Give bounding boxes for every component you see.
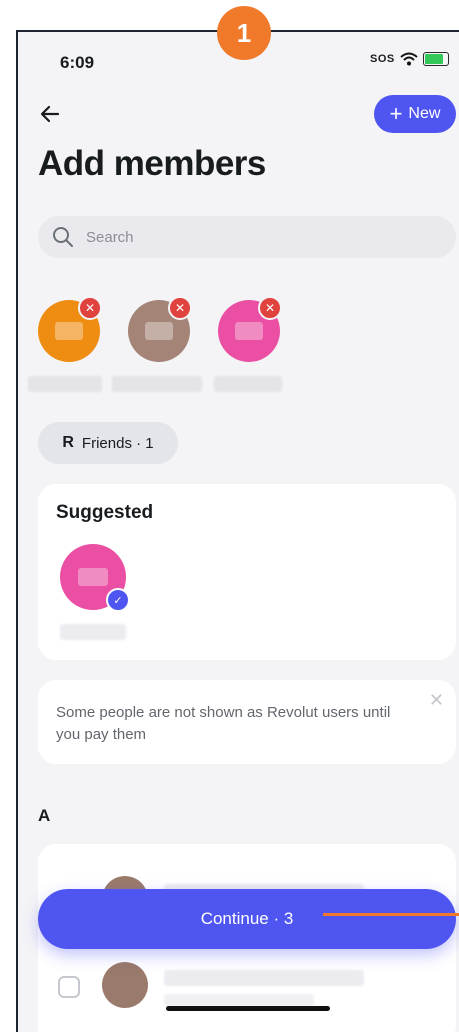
avatar: ✕ xyxy=(218,296,282,362)
section-header: A xyxy=(38,806,51,825)
sos-indicator: SOS xyxy=(370,53,395,65)
redacted-detail xyxy=(164,994,314,1006)
avatar xyxy=(102,962,148,1008)
info-text: Some people are not shown as Revolut use… xyxy=(56,704,391,743)
redacted-name xyxy=(112,376,202,392)
suggested-contact-avatar[interactable]: ✓ xyxy=(60,544,130,612)
selected-member[interactable]: ✕ xyxy=(112,296,218,392)
avatar: ✕ xyxy=(38,296,102,362)
status-icons: SOS xyxy=(370,52,449,66)
redacted-name xyxy=(60,624,126,640)
search-bar[interactable] xyxy=(38,216,456,258)
step-annotation-badge: 1 xyxy=(217,6,271,60)
phone-screen: 6:09 SOS + New Add members Search ✕ ✕ ✕ … xyxy=(16,30,459,1032)
close-icon[interactable]: ✕ xyxy=(429,690,444,711)
list-item[interactable] xyxy=(38,956,456,1012)
new-button-label: New xyxy=(408,105,441,122)
remove-member-icon[interactable]: ✕ xyxy=(78,296,102,320)
status-time: 6:09 xyxy=(60,53,95,72)
suggested-heading: Suggested xyxy=(56,502,154,523)
continue-button[interactable]: Continue · 3 xyxy=(38,889,456,949)
wifi-icon xyxy=(400,52,418,66)
redacted-name xyxy=(164,970,364,986)
page-title: Add members xyxy=(38,144,266,183)
remove-member-icon[interactable]: ✕ xyxy=(168,296,192,320)
back-arrow-icon[interactable] xyxy=(38,102,62,126)
redacted-name xyxy=(214,376,282,392)
chip-label: Friends · 1 xyxy=(81,434,154,452)
annotation-pointer-line xyxy=(323,913,459,916)
selected-member[interactable]: ✕ xyxy=(214,296,308,392)
continue-button-label: Continue · 3 xyxy=(200,909,294,928)
info-banner: Some people are not shown as Revolut use… xyxy=(38,680,456,764)
redacted-name xyxy=(28,376,102,392)
revolut-logo-icon: R xyxy=(62,434,74,451)
home-indicator[interactable] xyxy=(166,1006,330,1011)
battery-icon xyxy=(422,52,449,66)
avatar: ✕ xyxy=(128,296,192,362)
remove-member-icon[interactable]: ✕ xyxy=(258,296,282,320)
checkbox[interactable] xyxy=(58,976,80,998)
check-icon: ✓ xyxy=(106,588,130,612)
plus-icon: + xyxy=(389,101,403,126)
friends-filter-chip[interactable]: R Friends · 1 xyxy=(38,422,178,464)
search-input[interactable] xyxy=(84,227,388,247)
search-icon xyxy=(53,227,73,247)
new-button[interactable]: + New xyxy=(374,95,456,133)
suggested-card: Suggested ✓ xyxy=(38,484,456,660)
